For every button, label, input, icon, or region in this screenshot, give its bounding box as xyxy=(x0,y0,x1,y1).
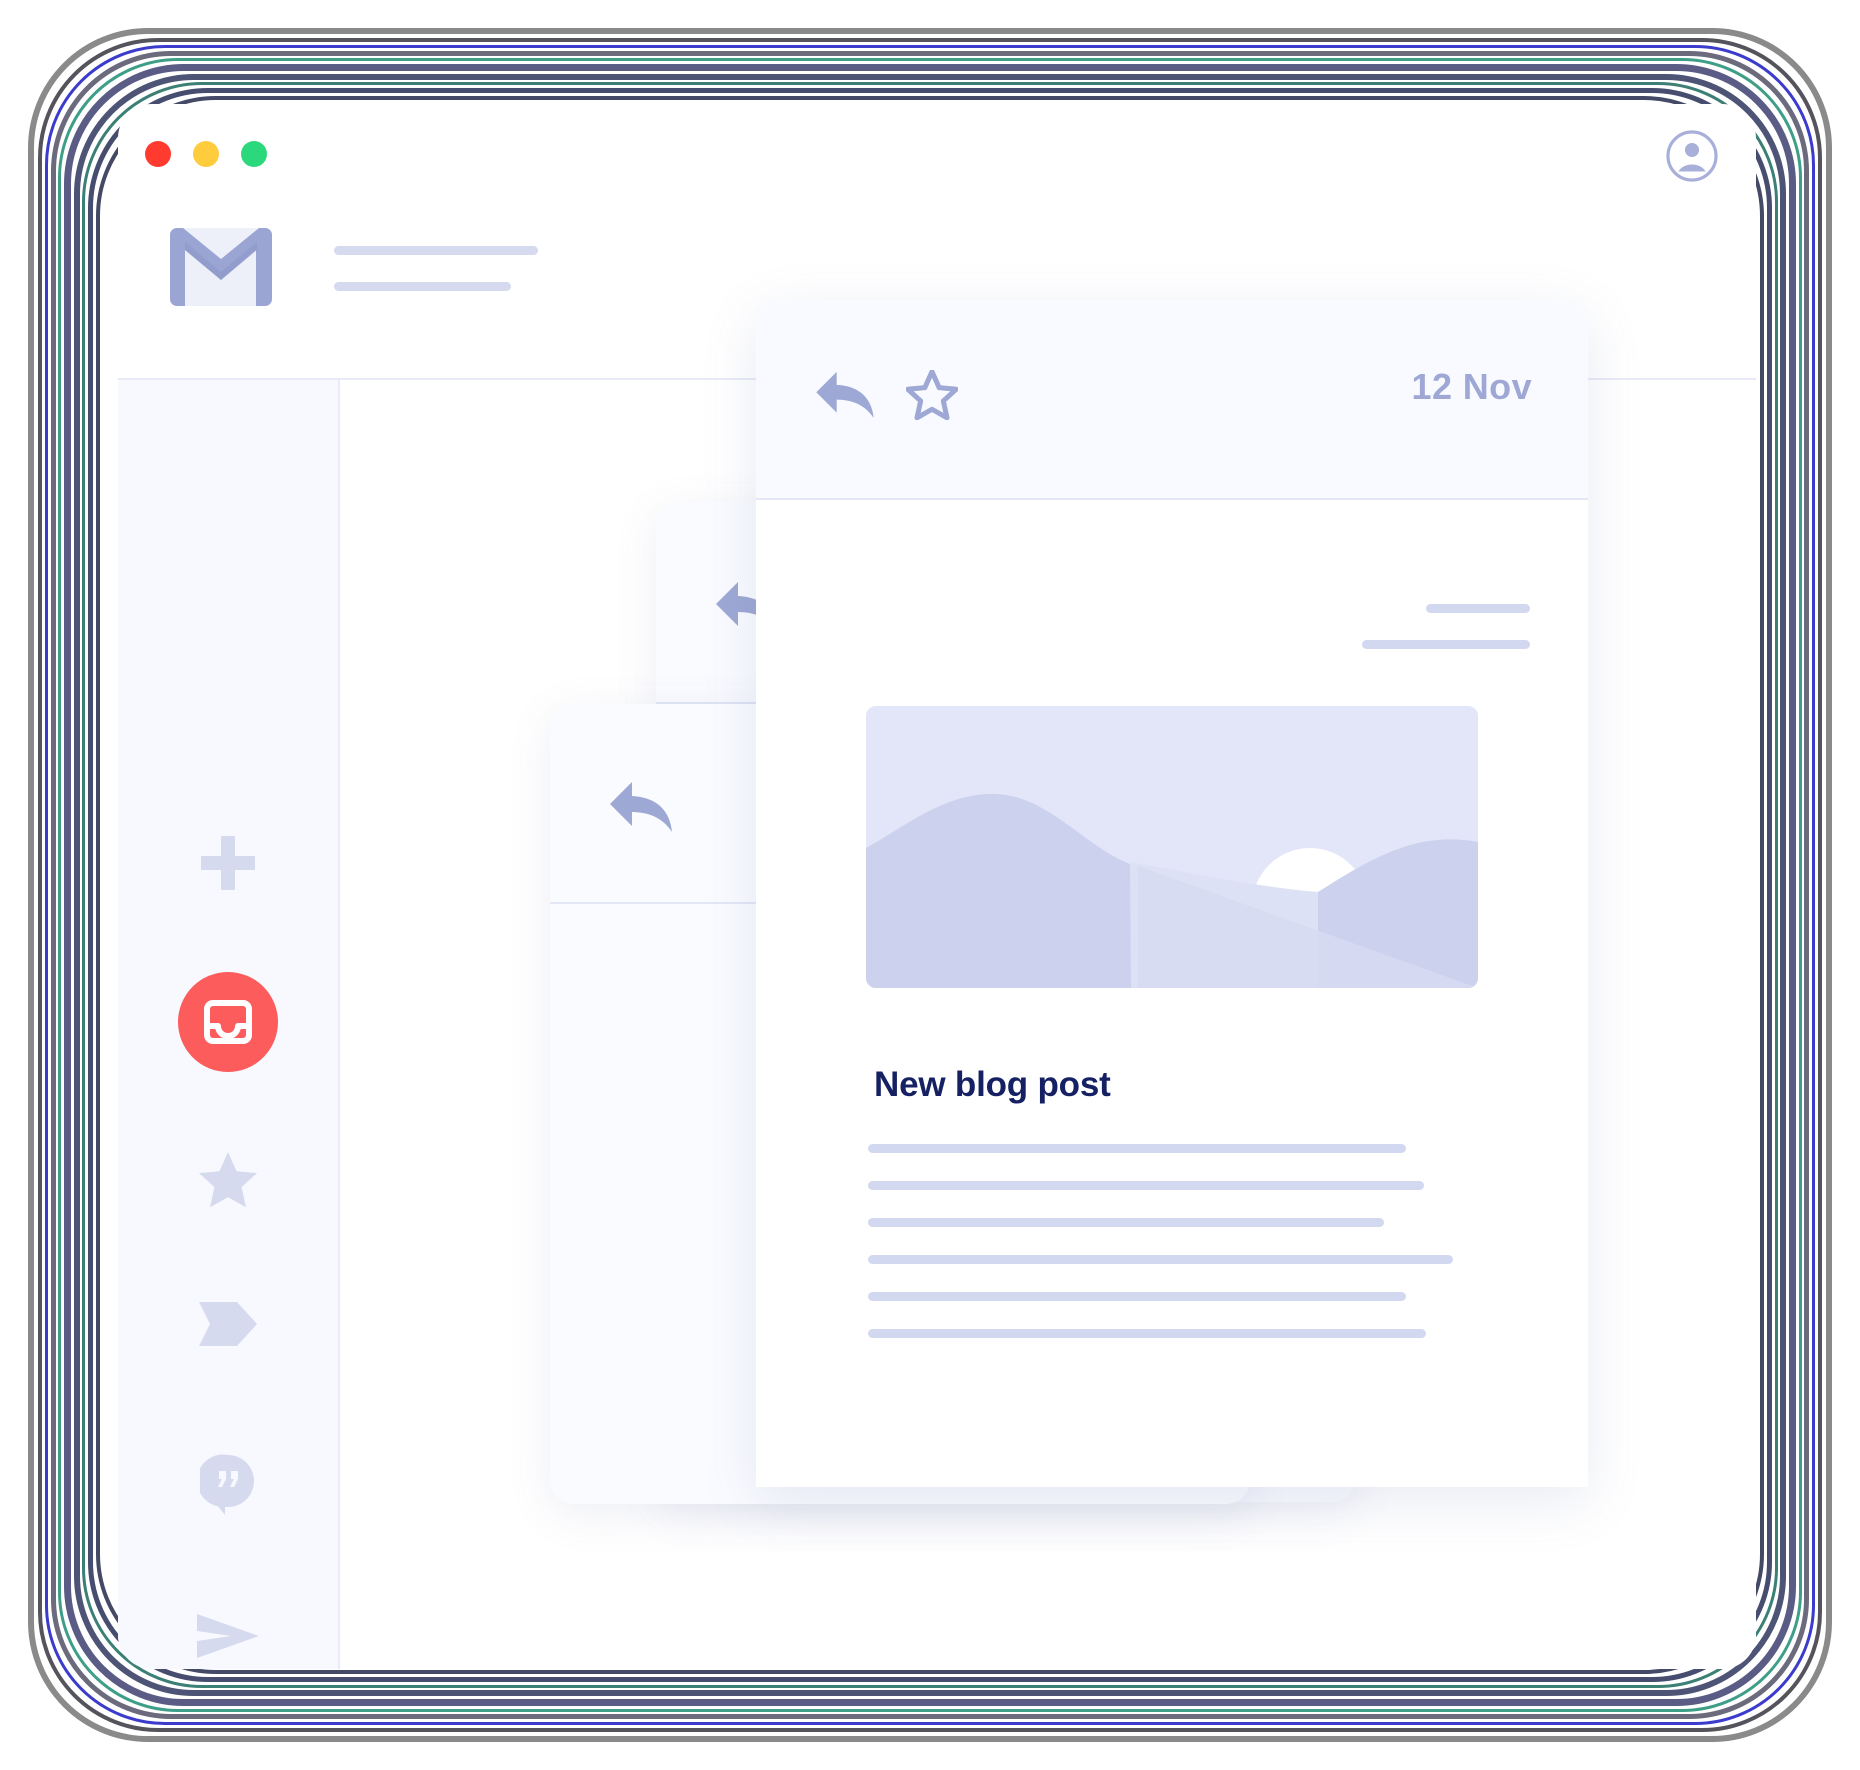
inbox-icon xyxy=(204,1000,252,1044)
account-circle-icon xyxy=(1666,130,1718,182)
reply-button[interactable] xyxy=(814,370,876,425)
placeholder-line xyxy=(868,1329,1426,1338)
label-tag-icon xyxy=(199,1302,257,1346)
reply-arrow-icon xyxy=(610,782,672,832)
placeholder-line xyxy=(334,282,511,291)
window-minimize-button[interactable] xyxy=(193,141,219,167)
star-outline-icon xyxy=(905,369,959,421)
reply-arrow-icon xyxy=(816,371,874,419)
sidebar-item-sent[interactable] xyxy=(195,1612,261,1660)
landscape-placeholder xyxy=(866,706,1478,988)
inbox-active-button[interactable] xyxy=(178,972,278,1072)
post-placeholder-lines xyxy=(868,1144,1488,1338)
sidebar-item-chat[interactable] xyxy=(200,1453,256,1515)
sidebar-item-starred[interactable] xyxy=(197,1150,259,1210)
window-close-button[interactable] xyxy=(145,141,171,167)
sidebar-item-compose[interactable] xyxy=(197,832,259,894)
send-paper-plane-icon xyxy=(197,1614,259,1658)
placeholder-line xyxy=(1362,640,1530,649)
window-titlebar xyxy=(118,104,1756,202)
plus-icon xyxy=(201,836,255,890)
gmail-logo-icon xyxy=(170,228,272,306)
traffic-light-buttons xyxy=(145,141,267,167)
star-button[interactable] xyxy=(905,369,959,425)
placeholder-line xyxy=(868,1218,1384,1227)
placeholder-line xyxy=(868,1144,1406,1153)
sidebar-nav xyxy=(118,380,340,1669)
sidebar-item-labels[interactable] xyxy=(197,1300,259,1348)
placeholder-line xyxy=(868,1255,1453,1264)
account-avatar-button[interactable] xyxy=(1666,130,1718,182)
star-icon xyxy=(199,1152,257,1208)
hangouts-chat-icon xyxy=(200,1454,254,1515)
app-window: 12 Nov New blog post xyxy=(118,104,1756,1669)
placeholder-line xyxy=(334,246,538,255)
window-zoom-button[interactable] xyxy=(241,141,267,167)
sidebar-item-inbox[interactable] xyxy=(178,972,278,1072)
message-date: 12 Nov xyxy=(1411,366,1532,407)
message-toolbar: 12 Nov xyxy=(756,300,1588,500)
placeholder-line xyxy=(1426,604,1530,613)
post-title: New blog post xyxy=(874,1065,1111,1104)
message-detail-card: 12 Nov New blog post xyxy=(756,300,1588,1487)
header-placeholder-lines xyxy=(334,246,538,291)
placeholder-line xyxy=(868,1181,1424,1190)
placeholder-line xyxy=(868,1292,1406,1301)
message-meta-placeholder-lines xyxy=(1362,604,1530,649)
